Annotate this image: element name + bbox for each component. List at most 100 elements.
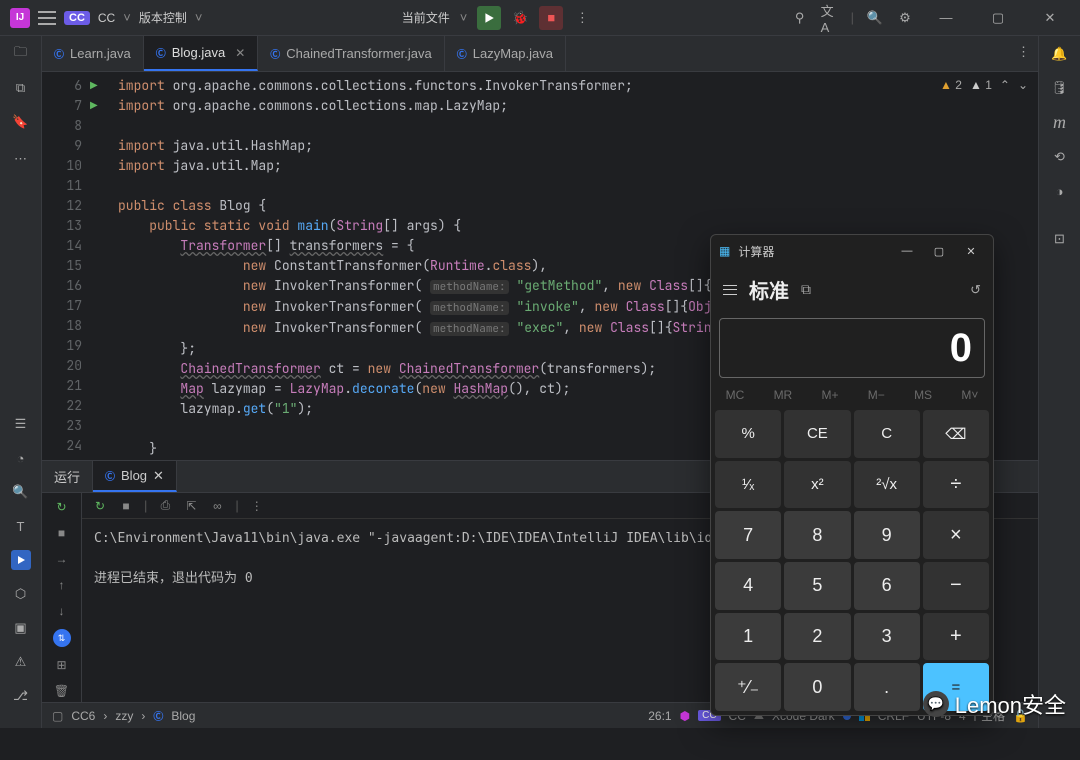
list-icon[interactable]: ☰ — [11, 414, 31, 434]
search-icon[interactable]: 🔍 — [866, 9, 884, 27]
calc-btn-3[interactable]: 3 — [854, 613, 920, 661]
camera-icon[interactable]: ⎙ — [157, 498, 173, 514]
rerun2-icon[interactable]: ↻ — [92, 498, 108, 514]
tab-blog[interactable]: ⒸBlog.java✕ — [144, 36, 259, 71]
calc-mem-m+[interactable]: M+ — [822, 388, 839, 402]
maven-icon[interactable]: m — [1053, 112, 1066, 133]
exit-icon[interactable]: → — [54, 551, 70, 567]
calc-btn-%[interactable]: % — [715, 410, 781, 458]
project-icon[interactable]: 🗀 — [11, 44, 31, 64]
rerun-icon[interactable]: ↻ — [54, 499, 70, 515]
bookmarks-icon[interactable]: 🔖 — [11, 112, 31, 132]
calc-btn-⁺⁄₋[interactable]: ⁺⁄₋ — [715, 663, 781, 711]
translate-icon[interactable]: 文A — [821, 9, 839, 27]
stop-button[interactable]: ■ — [539, 6, 563, 30]
calc-menu-icon[interactable] — [723, 285, 737, 295]
calc-btn-.[interactable]: . — [854, 663, 920, 711]
breadcrumb-3[interactable]: Blog — [171, 709, 195, 723]
vcs-icon[interactable]: ⎇ — [11, 686, 31, 706]
breadcrumb-2[interactable]: zzy — [115, 709, 133, 723]
debug-icon[interactable]: 🐞 — [511, 9, 529, 27]
run-config-tab[interactable]: ⒸBlog✕ — [93, 461, 177, 492]
run-button[interactable] — [477, 6, 501, 30]
calc-close-icon[interactable]: ✕ — [957, 237, 985, 265]
calendar-icon[interactable]: ⊡ — [1050, 229, 1070, 249]
warnings-badge[interactable]: ▲ 2 — [940, 78, 962, 92]
close-panel-tab-icon[interactable]: ✕ — [153, 468, 164, 484]
calc-btn-CE[interactable]: CE — [784, 410, 850, 458]
stop2-icon[interactable]: ■ — [118, 498, 134, 514]
close-tab-icon[interactable]: ✕ — [235, 46, 245, 60]
down-icon[interactable]: ↓ — [54, 603, 70, 619]
expand-up-icon[interactable]: ⌃ — [1000, 78, 1010, 92]
text-icon[interactable]: T — [11, 516, 31, 536]
calc-btn-x²[interactable]: x² — [784, 461, 850, 509]
minimize-icon[interactable]: — — [926, 3, 966, 33]
export-icon[interactable]: ⇱ — [183, 498, 199, 514]
tab-chainedtransformer[interactable]: ⒸChainedTransformer.java — [258, 36, 444, 71]
maximize-icon[interactable]: ▢ — [978, 3, 1018, 33]
calc-btn-×[interactable]: × — [923, 511, 989, 559]
calc-btn-4[interactable]: 4 — [715, 562, 781, 610]
calc-mem-m˅[interactable]: M˅ — [961, 388, 978, 402]
calc-mem-ms[interactable]: MS — [914, 388, 932, 402]
trash-icon[interactable]: 🗑 — [54, 683, 70, 699]
expand-down-icon[interactable]: ⌄ — [1018, 78, 1028, 92]
link-icon[interactable]: ∞ — [209, 498, 225, 514]
code-with-me-icon[interactable]: ⚲ — [791, 9, 809, 27]
calc-btn-1[interactable]: 1 — [715, 613, 781, 661]
calc-btn-6[interactable]: 6 — [854, 562, 920, 610]
calc-btn-²√x[interactable]: ²√x — [854, 461, 920, 509]
filter-icon[interactable]: ⇅ — [53, 629, 71, 647]
problems-icon[interactable]: ⚠ — [11, 652, 31, 672]
calc-btn-7[interactable]: 7 — [715, 511, 781, 559]
vcs-dropdown[interactable]: 版本控制 — [139, 9, 187, 26]
stop-icon[interactable]: ■ — [54, 525, 70, 541]
caret-position[interactable]: 26:1 — [648, 709, 671, 723]
calc-btn-0[interactable]: 0 — [784, 663, 850, 711]
calc-btn-+[interactable]: + — [923, 613, 989, 661]
services-icon[interactable]: ⬡ — [11, 584, 31, 604]
main-menu-icon[interactable] — [38, 11, 56, 25]
calc-btn-8[interactable]: 8 — [784, 511, 850, 559]
calc-btn-C[interactable]: C — [854, 410, 920, 458]
calc-maximize-icon[interactable]: ▢ — [925, 237, 953, 265]
tabs-menu-icon[interactable]: ⋮ — [1017, 44, 1030, 60]
calc-btn-¹⁄ₓ[interactable]: ¹⁄ₓ — [715, 461, 781, 509]
project-name[interactable]: CC — [98, 11, 115, 25]
more2-icon[interactable]: ⋮ — [249, 498, 265, 514]
calc-btn-5[interactable]: 5 — [784, 562, 850, 610]
calc-btn-2[interactable]: 2 — [784, 613, 850, 661]
terminal-icon[interactable]: ▣ — [11, 618, 31, 638]
dashboard-icon[interactable]: ◔ — [11, 448, 31, 468]
calc-mem-mr[interactable]: MR — [774, 388, 793, 402]
more-tools-icon[interactable]: ⋯ — [14, 151, 27, 167]
calc-btn-⌫[interactable]: ⌫ — [923, 410, 989, 458]
database-icon[interactable]: 🛢 — [1050, 78, 1070, 98]
breadcrumb-1[interactable]: CC6 — [71, 709, 95, 723]
clock-icon[interactable]: ◑ — [1050, 181, 1070, 201]
more-icon[interactable]: ⋮ — [573, 9, 591, 27]
run-config-dropdown[interactable]: 当前文件 — [402, 9, 450, 26]
calc-btn-9[interactable]: 9 — [854, 511, 920, 559]
git-icon[interactable]: ⟲ — [1050, 147, 1070, 167]
calc-minimize-icon[interactable]: — — [893, 237, 921, 265]
calc-mem-m−[interactable]: M− — [868, 388, 885, 402]
up-icon[interactable]: ↑ — [54, 577, 70, 593]
tab-learn[interactable]: ⒸLearn.java — [42, 36, 144, 71]
layout-icon[interactable]: ⊞ — [54, 657, 70, 673]
settings-icon[interactable]: ⚙ — [896, 9, 914, 27]
weak-warnings-badge[interactable]: ▲ 1 — [970, 78, 992, 92]
close-icon[interactable]: ✕ — [1030, 3, 1070, 33]
run-tool-icon[interactable] — [11, 550, 31, 570]
calc-mem-mc[interactable]: MC — [726, 388, 745, 402]
calc-on-top-icon[interactable]: ⧉ — [801, 281, 811, 298]
find-icon[interactable]: 🔍 — [11, 482, 31, 502]
calc-btn-−[interactable]: − — [923, 562, 989, 610]
calc-btn-÷[interactable]: ÷ — [923, 461, 989, 509]
tab-lazymap[interactable]: ⒸLazyMap.java — [445, 36, 566, 71]
notifications-icon[interactable]: 🔔 — [1050, 44, 1070, 64]
structure-icon[interactable]: ⧉ — [11, 78, 31, 98]
calc-history-icon[interactable]: ↺ — [970, 282, 981, 298]
run-panel-title[interactable]: 运行 — [42, 461, 93, 492]
